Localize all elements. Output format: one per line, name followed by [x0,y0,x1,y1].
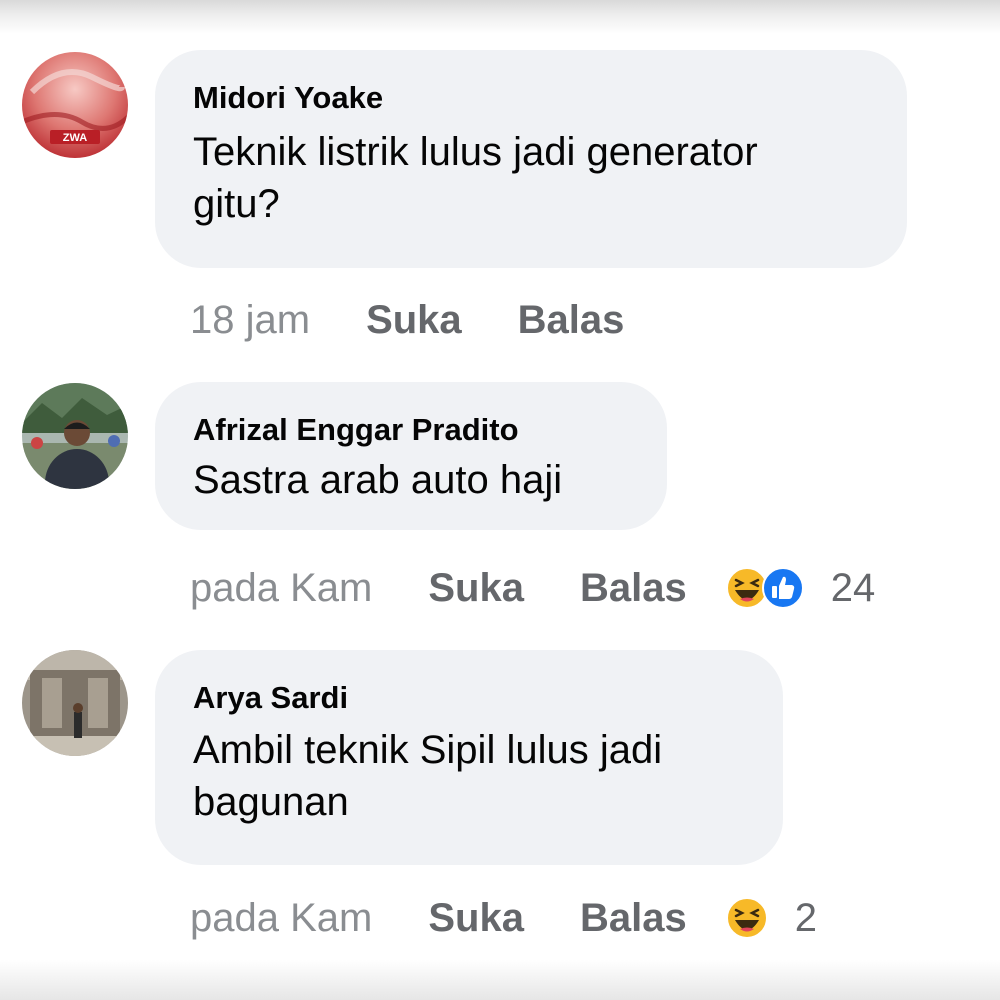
comment-text: Sastra arab auto haji [193,458,563,502]
comment-bubble: Arya Sardi Ambil teknik Sipil lulus jadi… [155,650,783,865]
avatar-image: ZWA [22,52,128,158]
comment-bubble: Afrizal Enggar Pradito Sastra arab auto … [155,382,667,530]
comment-actions: pada Kam Suka Balas 24 [190,558,875,618]
haha-icon [725,897,768,939]
avatar-image [22,650,128,756]
reply-button[interactable]: Balas [580,896,687,941]
like-icon [761,567,804,609]
avatar[interactable]: ZWA [22,52,128,158]
comment-bubble: Midori Yoake Teknik listrik lulus jadi g… [155,50,907,268]
like-button[interactable]: Suka [428,566,524,611]
avatar[interactable] [22,650,128,756]
comment-author[interactable]: Arya Sardi [193,678,745,718]
like-button[interactable]: Suka [428,896,524,941]
avatar-logo-text: ZWA [63,132,87,144]
comment-text: Teknik listrik lulus jadi generator gitu… [193,130,758,226]
like-button[interactable]: Suka [366,298,462,343]
comment-time[interactable]: 18 jam [190,298,310,343]
reaction-summary[interactable]: 2 [725,896,817,941]
comment-actions: pada Kam Suka Balas 2 [190,888,817,948]
comment-author[interactable]: Midori Yoake [193,78,869,118]
avatar-image [22,383,128,489]
reaction-count: 24 [830,565,876,610]
bottom-edge-shadow [0,960,1000,1000]
reaction-summary[interactable]: 24 [725,565,876,611]
comment-actions: 18 jam Suka Balas [190,290,680,350]
comment-time[interactable]: pada Kam [190,566,372,611]
reply-button[interactable]: Balas [518,298,625,343]
comment-time[interactable]: pada Kam [190,896,372,941]
avatar[interactable] [22,383,128,489]
reply-button[interactable]: Balas [580,566,687,611]
reaction-count: 2 [794,895,817,940]
top-edge-shadow [0,0,1000,34]
comment-text: Ambil teknik Sipil lulus jadi bagunan [193,728,663,824]
comment-author[interactable]: Afrizal Enggar Pradito [193,410,629,450]
